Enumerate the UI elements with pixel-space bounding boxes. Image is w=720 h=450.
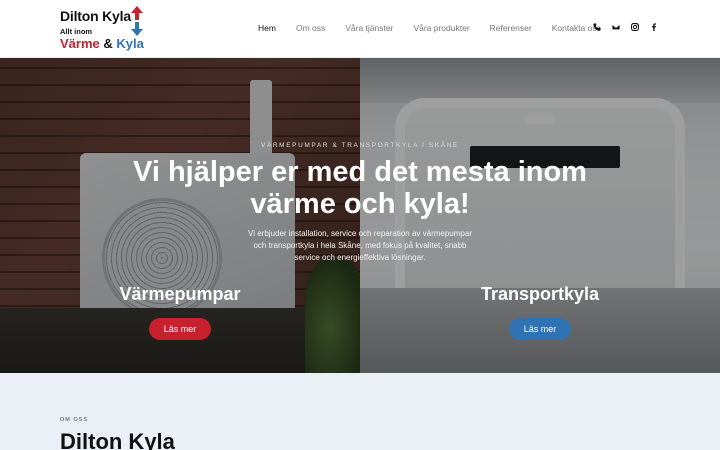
read-more-varmepumpar-button[interactable]: Läs mer — [149, 318, 211, 340]
nav-item-vara-produkter[interactable]: Våra produkter — [413, 23, 469, 35]
logo-line-2: Allt inom — [60, 27, 93, 36]
phone-icon[interactable] — [590, 20, 604, 34]
panel-title-transportkyla: Transportkyla — [480, 284, 600, 304]
site-header: Dilton Kyla Allt inom Värme & Kyla Hem O… — [0, 0, 720, 58]
hero-description: Vi erbjuder installation, service och re… — [248, 229, 472, 262]
instagram-icon[interactable] — [628, 20, 642, 34]
social-links — [590, 20, 666, 34]
about-title: Dilton Kyla — [60, 429, 175, 450]
about-kicker: OM OSS — [60, 417, 89, 423]
read-more-transportkyla-button[interactable]: Läs mer — [509, 318, 571, 340]
nav-item-om-oss[interactable]: Om oss — [296, 23, 325, 35]
facebook-icon[interactable] — [647, 20, 661, 34]
email-icon[interactable] — [609, 20, 623, 34]
logo[interactable]: Dilton Kyla Allt inom Värme & Kyla — [60, 6, 150, 52]
panel-title-varmepumpar: Värmepumpar — [119, 284, 241, 304]
logo-line-1: Dilton Kyla — [60, 8, 131, 24]
main-nav: Hem Om oss Våra tjänster Våra produkter … — [258, 23, 621, 35]
nav-item-referenser[interactable]: Referenser — [490, 23, 532, 35]
logo-line-3: Värme & Kyla — [60, 36, 144, 51]
about-section: OM OSS Dilton Kyla — [0, 373, 720, 450]
hero-title: Vi hjälper er med det mesta inom värme o… — [133, 156, 587, 220]
hero: VÄRMEPUMPAR & TRANSPORTKYLA I SKÅNE Vi h… — [0, 58, 720, 373]
nav-item-vara-tjanster[interactable]: Våra tjänster — [345, 23, 393, 35]
updown-arrows-icon — [131, 6, 143, 36]
nav-item-hem[interactable]: Hem — [258, 23, 276, 35]
hero-kicker: VÄRMEPUMPAR & TRANSPORTKYLA I SKÅNE — [261, 142, 459, 149]
